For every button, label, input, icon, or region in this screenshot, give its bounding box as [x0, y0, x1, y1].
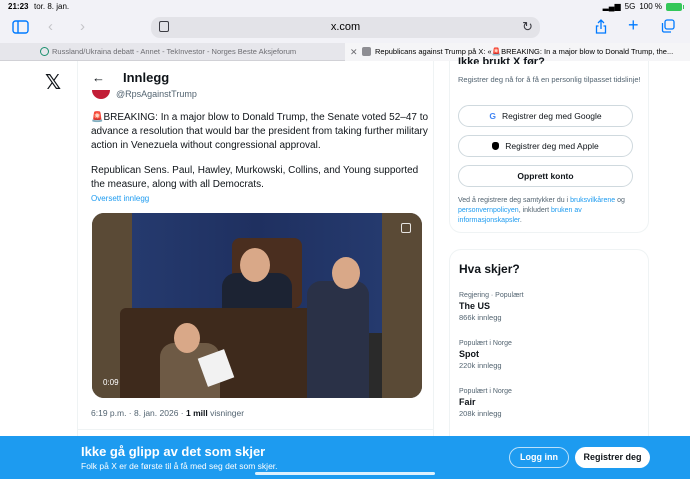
register-button[interactable]: Registrer deg — [575, 447, 650, 468]
legal-text: . — [519, 217, 522, 224]
video-scene — [174, 323, 200, 353]
legal-text: og — [615, 197, 625, 204]
page-title: Innlegg — [123, 70, 170, 85]
trend-context: Regjering · Populært — [459, 292, 524, 299]
status-date: tor. 8. jan. — [34, 2, 70, 11]
home-indicator[interactable] — [255, 472, 435, 475]
x-logo-icon[interactable]: 𝕏 — [45, 70, 61, 95]
avatar[interactable] — [92, 90, 110, 100]
views-count: 1 mill — [185, 408, 208, 418]
trend-count: 208k innlegg — [459, 409, 502, 418]
banner-subtitle: Folk på X er de første til å få med seg … — [81, 461, 278, 471]
video-badge-icon — [401, 223, 411, 233]
privacy-link[interactable]: personvernpolicyen — [458, 207, 519, 214]
login-button[interactable]: Logg inn — [509, 447, 569, 468]
new-tab-icon[interactable]: + — [628, 16, 639, 34]
x-favicon-icon — [362, 47, 371, 56]
column-border-right — [433, 61, 434, 441]
trend-context: Populært i Norge — [459, 388, 512, 395]
signup-apple-button[interactable]: Registrer deg med Apple — [458, 135, 633, 157]
google-icon: G — [489, 111, 496, 121]
post-timestamp[interactable]: 6:19 p.m. · 8. jan. 2026 · — [91, 408, 186, 418]
translate-link[interactable]: Oversett innlegg — [91, 194, 149, 203]
create-account-button[interactable]: Opprett konto — [458, 165, 633, 187]
signup-subtitle: Registrer deg nå for å få en personlig t… — [458, 75, 641, 84]
battery-icon — [666, 2, 684, 11]
post-video[interactable]: 0:09 — [92, 213, 422, 398]
post-meta: 6:19 p.m. · 8. jan. 2026 · 1 mill visnin… — [91, 408, 244, 418]
trend-item[interactable]: Populært i Norge Fair 208k innlegg — [459, 388, 639, 418]
trend-item[interactable]: Regjering · Populært The US 866k innlegg — [459, 292, 639, 322]
close-tab-icon[interactable]: ✕ — [350, 43, 358, 61]
status-right: ▂▄▆ 5G 100 % — [602, 2, 684, 11]
trend-context: Populært i Norge — [459, 340, 512, 347]
trend-topic: Fair — [459, 397, 476, 407]
signup-google-button[interactable]: G Registrer deg med Google — [458, 105, 633, 127]
post-author[interactable]: @RpsAgainstTrump — [92, 89, 197, 100]
post-paragraph: Republican Sens. Paul, Hawley, Murkowski… — [91, 165, 419, 190]
video-duration: 0:09 — [103, 378, 119, 387]
apple-icon — [492, 142, 500, 150]
browser-toolbar: ‹ › x.com ↻ + — [0, 13, 690, 43]
button-label: Registrer deg med Apple — [505, 141, 599, 151]
back-arrow-icon[interactable]: ← — [92, 70, 105, 85]
legal-text: , inkludert — [518, 207, 551, 214]
trend-count: 866k innlegg — [459, 313, 502, 322]
battery-label: 100 % — [639, 2, 662, 11]
forward-arrow-icon[interactable]: › — [80, 19, 85, 34]
share-icon[interactable] — [595, 19, 607, 37]
trend-item[interactable]: Populært i Norge Spot 220k innlegg — [459, 340, 639, 370]
back-arrow-icon[interactable]: ‹ — [48, 19, 53, 34]
post-text: 🚨BREAKING: In a major blow to Donald Tru… — [91, 111, 431, 203]
tekinvestor-favicon-icon — [40, 47, 49, 56]
reload-icon[interactable]: ↻ — [522, 19, 533, 35]
terms-link[interactable]: bruksvilkårene — [570, 197, 615, 204]
tab-bar: Russland/Ukraina debatt - Annet - TekInv… — [0, 43, 690, 61]
column-border-left — [77, 61, 78, 441]
post-paragraph: 🚨BREAKING: In a major blow to Donald Tru… — [91, 112, 429, 151]
tab-label: Russland/Ukraina debatt - Annet - TekInv… — [52, 47, 297, 56]
video-scene — [307, 281, 369, 398]
url-text: x.com — [330, 21, 361, 33]
tab-tekinvestor[interactable]: Russland/Ukraina debatt - Annet - TekInv… — [0, 43, 345, 61]
legal-text: Ved å registrere deg samtykker du i — [458, 197, 571, 204]
trends-title: Hva skjer? — [459, 262, 520, 276]
trend-topic: The US — [459, 301, 491, 311]
address-bar[interactable]: x.com ↻ — [151, 17, 540, 38]
author-handle[interactable]: @RpsAgainstTrump — [116, 89, 197, 99]
trend-topic: Spot — [459, 349, 479, 359]
status-bar: 21:23 tor. 8. jan. ▂▄▆ 5G 100 % — [0, 0, 690, 13]
sidebar-icon[interactable] — [12, 20, 29, 37]
network-label: 5G — [624, 2, 636, 11]
tabs-overview-icon[interactable] — [661, 19, 675, 36]
signal-icon: ▂▄▆ — [602, 2, 621, 11]
views-label: visninger — [207, 408, 245, 418]
video-scene — [382, 213, 422, 398]
signup-legal: Ved å registrere deg samtykker du i bruk… — [458, 196, 644, 226]
video-scene — [240, 248, 270, 282]
video-scene — [332, 257, 360, 289]
tab-label: Republicans against Trump på X: «🚨BREAKI… — [375, 47, 674, 56]
signup-title: Ikke brukt X før? — [458, 56, 545, 64]
divider — [78, 429, 433, 430]
trend-count: 220k innlegg — [459, 361, 502, 370]
status-time: 21:23 — [8, 2, 29, 11]
button-label: Registrer deg med Google — [501, 111, 602, 121]
banner-title: Ikke gå glipp av det som skjer — [81, 444, 266, 459]
